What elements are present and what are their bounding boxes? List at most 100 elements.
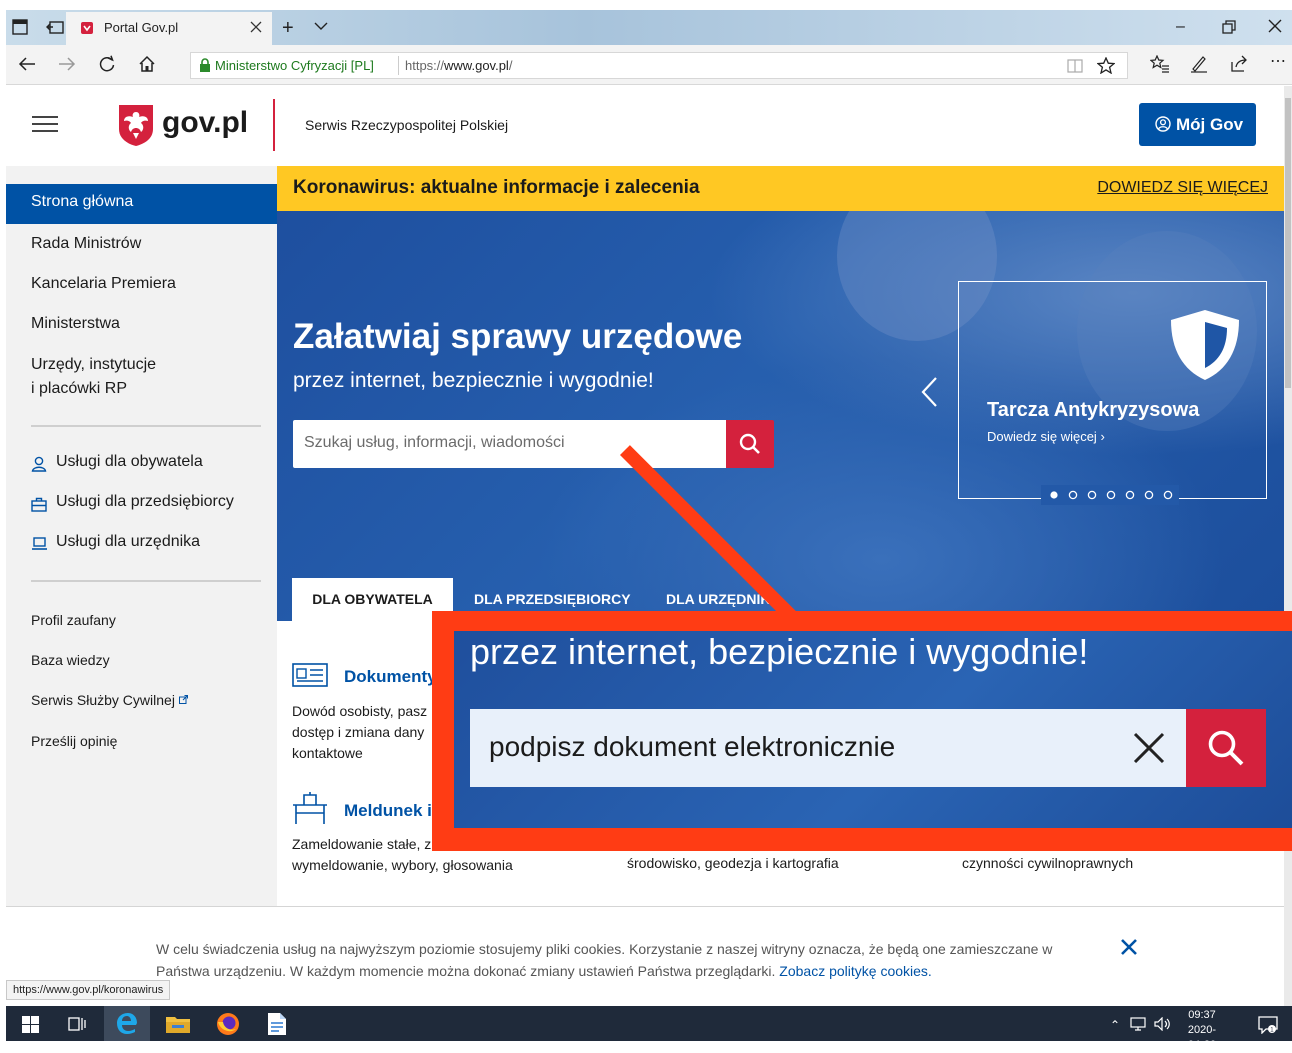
close-tab-icon[interactable] <box>250 21 262 33</box>
nav-przeslij-opinie[interactable]: Prześlij opinię <box>6 729 277 753</box>
nav-uslugi-urzednika[interactable]: Usługi dla urzędnika <box>56 533 200 551</box>
restore-button[interactable] <box>1222 20 1236 34</box>
carousel-dot[interactable] <box>1068 490 1078 500</box>
hamburger-menu-icon[interactable] <box>32 116 58 132</box>
task-view-icon[interactable] <box>68 1016 86 1032</box>
clear-search-icon[interactable] <box>1133 732 1165 764</box>
share-icon[interactable] <box>1230 55 1248 73</box>
category-meldunek-line: wymeldowanie, wybory, głosowania <box>292 857 513 873</box>
carousel-dot[interactable] <box>1163 490 1173 500</box>
carousel-dot[interactable] <box>1125 490 1135 500</box>
polish-eagle-emblem-icon <box>117 103 155 147</box>
reading-view-icon[interactable] <box>1067 59 1083 73</box>
tab-dla-przedsiebiorcy[interactable]: DLA PRZEDSIĘBIORCY <box>474 591 631 607</box>
set-tabs-aside-icon[interactable] <box>46 19 64 35</box>
nav-profil-zaufany[interactable]: Profil zaufany <box>6 608 277 632</box>
nav-baza-wiedzy[interactable]: Baza wiedzy <box>6 648 277 672</box>
more-menu-icon[interactable]: ⋯ <box>1270 51 1286 71</box>
nav-uslugi-przedsiebiorcy[interactable]: Usługi dla przedsiębiorcy <box>56 493 234 511</box>
nav-item-urzedy-line1: Urzędy, instytucje <box>31 356 157 373</box>
nav-item-ministerstwa[interactable]: Ministerstwa <box>6 312 277 336</box>
tab-actions-icon[interactable] <box>12 19 28 35</box>
volume-icon[interactable] <box>1154 1017 1172 1031</box>
cookie-policy-link[interactable]: Zobacz politykę cookies. <box>779 963 932 979</box>
nav-serwis-label: Serwis Służby Cywilnej <box>31 692 175 708</box>
back-arrow-icon[interactable] <box>18 56 36 72</box>
edge-taskbar-button[interactable] <box>104 1006 150 1041</box>
favorite-star-icon[interactable] <box>1097 57 1115 74</box>
briefcase-icon <box>31 497 47 512</box>
carousel-dot[interactable] <box>1050 491 1058 499</box>
tab-list-chevron-icon[interactable] <box>314 21 328 31</box>
status-bar-url: https://www.gov.pl/koronawirus <box>6 980 171 1000</box>
certificate-owner[interactable]: Ministerstwo Cyfryzacji [PL] <box>215 58 374 73</box>
carousel-dot[interactable] <box>1087 490 1097 500</box>
refresh-icon[interactable] <box>98 55 116 73</box>
carousel-prev-icon[interactable] <box>920 376 938 408</box>
edge-browser-icon <box>116 1012 138 1034</box>
hero-subtitle: przez internet, bezpiecznie i wygodnie! <box>293 369 654 392</box>
zoom-search-input[interactable]: podpisz dokument elektronicznie <box>470 709 1186 787</box>
nav-serwis-sluzby-cywilnej[interactable]: Serwis Służby Cywilnej <box>6 688 277 712</box>
category-geodezja-desc: środowisko, geodezja i kartografia <box>627 855 839 871</box>
nav-item-strona-glowna: Strona główna <box>31 193 134 210</box>
taskbar-clock[interactable]: 09:37 2020-04-20 <box>1182 1008 1222 1053</box>
web-page: gov.pl Serwis Rzeczypospolitej Polskiej … <box>6 86 1284 1006</box>
category-meldunek-title[interactable]: Meldunek i <box>344 801 432 821</box>
lock-icon <box>199 58 211 72</box>
cookie-text: W celu świadczenia usług na najwyższym p… <box>156 938 1096 982</box>
address-field[interactable]: Ministerstwo Cyfryzacji [PL] https://www… <box>190 52 1128 79</box>
scrollbar-thumb[interactable] <box>1285 98 1291 388</box>
site-tagline: Serwis Rzeczypospolitej Polskiej <box>305 117 509 133</box>
zoom-callout-content: przez internet, bezpiecznie i wygodnie! … <box>454 631 1292 828</box>
hero-search-input[interactable]: Szukaj usług, informacji, wiadomości <box>293 420 726 468</box>
zoom-search-button[interactable] <box>1186 709 1266 787</box>
network-icon[interactable] <box>1130 1017 1148 1031</box>
clock-date: 2020-04-20 <box>1187 1024 1217 1051</box>
moj-gov-label: Mój Gov <box>1176 115 1244 134</box>
new-tab-button[interactable]: + <box>282 17 294 40</box>
tab-dla-urzednika[interactable]: DLA URZĘDNIK <box>666 591 770 607</box>
zoom-callout: przez internet, bezpiecznie i wygodnie! … <box>432 611 1292 851</box>
browser-tab[interactable]: Portal Gov.pl <box>66 12 272 45</box>
url-prefix: https:// <box>405 58 445 73</box>
covid-banner-link[interactable]: DOWIEDZ SIĘ WIĘCEJ <box>1097 179 1268 197</box>
logo-area[interactable]: gov.pl <box>85 86 273 166</box>
moj-gov-button[interactable]: Mój Gov <box>1139 103 1256 146</box>
hero-search-button[interactable] <box>726 420 774 468</box>
cookie-close-icon[interactable] <box>1121 939 1137 955</box>
carousel-dot[interactable] <box>1106 490 1116 500</box>
nav-item-urzedy[interactable]: Urzędy, instytucje i placówki RP <box>6 353 277 401</box>
system-tray-chevron-icon[interactable]: ⌃ <box>1110 1018 1120 1032</box>
page-scrollbar[interactable] <box>1284 86 1292 1006</box>
windows-start-icon[interactable] <box>22 1016 39 1033</box>
web-notes-pen-icon[interactable] <box>1190 55 1208 73</box>
document-app-icon[interactable] <box>267 1012 287 1036</box>
tab-dla-obywatela-label: DLA OBYWATELA <box>312 591 433 607</box>
nav-uslugi-obywatela[interactable]: Usługi dla obywatela <box>56 453 203 471</box>
home-icon[interactable] <box>138 55 156 73</box>
zoom-search-value: podpisz dokument elektronicznie <box>489 731 896 762</box>
minimize-button[interactable]: – <box>1176 18 1185 36</box>
url-text[interactable]: https://www.gov.pl/ <box>405 58 512 73</box>
nav-item-kancelaria-premiera[interactable]: Kancelaria Premiera <box>6 272 277 296</box>
zoom-subtitle: przez internet, bezpiecznie i wygodnie! <box>470 631 1089 672</box>
carousel-dot[interactable] <box>1144 490 1154 500</box>
nav-item-rada-ministrow[interactable]: Rada Ministrów <box>6 232 277 256</box>
nav-item-active[interactable]: Strona główna <box>6 184 277 224</box>
logo-text: gov.pl <box>162 106 249 139</box>
cookie-line2: Państwa urządzeniu. W każdym momencie mo… <box>156 960 1096 982</box>
notifications-icon[interactable]: 1 <box>1258 1016 1278 1034</box>
category-dokumenty-title[interactable]: Dokumenty <box>344 667 437 687</box>
forward-arrow-icon[interactable] <box>58 56 76 72</box>
promo-link[interactable]: Dowiedz się więcej › <box>987 429 1105 444</box>
category-dokumenty-line: kontaktowe <box>292 745 363 761</box>
category-dokumenty-line: Dowód osobisty, pasz <box>292 703 428 719</box>
close-window-button[interactable] <box>1268 19 1282 33</box>
firefox-icon[interactable] <box>216 1012 240 1036</box>
file-explorer-icon[interactable] <box>166 1015 190 1033</box>
external-link-icon <box>178 695 188 704</box>
favorites-hub-icon[interactable] <box>1150 55 1170 73</box>
tab-dla-obywatela[interactable]: DLA OBYWATELA <box>292 578 453 621</box>
promo-card[interactable]: Tarcza Antykryzysowa Dowiedz się więcej … <box>958 281 1267 505</box>
